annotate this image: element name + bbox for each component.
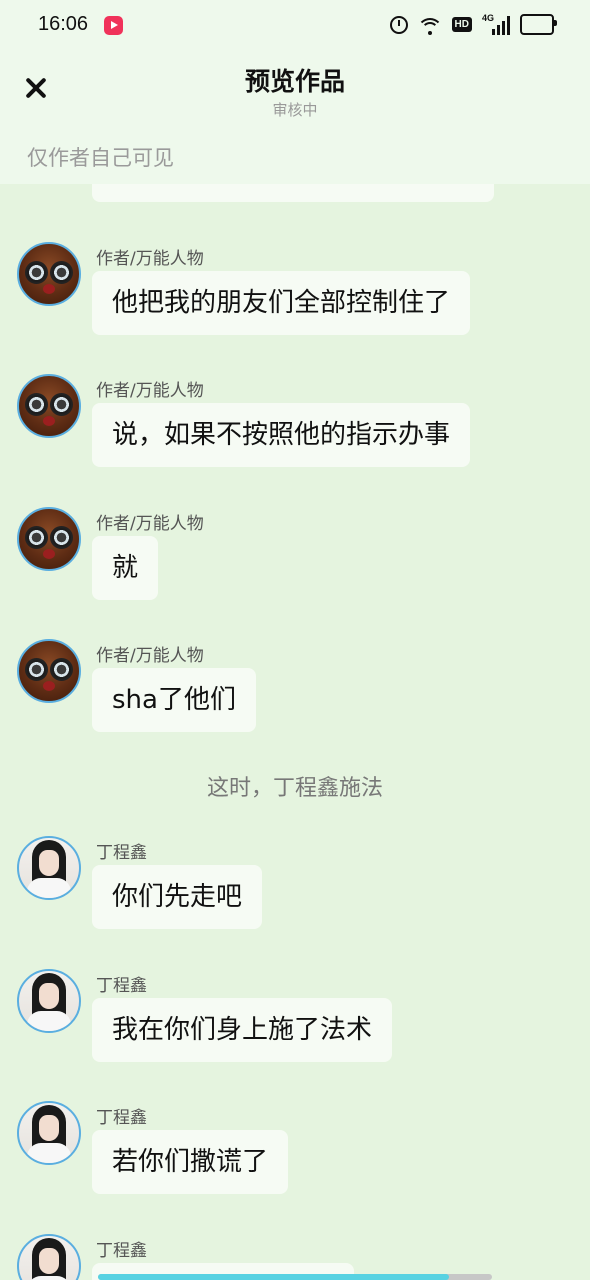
alarm-icon (389, 15, 408, 34)
ding-avatar[interactable] (17, 1101, 81, 1165)
sender-name: 丁程鑫 (96, 1241, 147, 1261)
header: 预览作品 审核中 仅作者自己可见 (0, 52, 590, 184)
battery-icon (520, 14, 557, 35)
video-app-icon (104, 16, 123, 35)
sender-name: 丁程鑫 (96, 843, 147, 863)
sender-name: 丁程鑫 (96, 976, 147, 996)
ding-avatar[interactable] (17, 836, 81, 900)
reading-progress-fill (98, 1274, 449, 1280)
ding-avatar[interactable] (17, 1234, 81, 1280)
message-bubble[interactable]: 他把我的朋友们全部控制住了 (92, 271, 471, 335)
author-avatar[interactable] (17, 242, 81, 306)
sender-name: 作者/万能人物 (96, 249, 204, 269)
message-bubble[interactable]: sha了他们 (92, 668, 256, 732)
sender-name: 作者/万能人物 (96, 381, 204, 401)
author-avatar[interactable] (17, 374, 81, 438)
wifi-icon (417, 15, 442, 35)
message-bubble[interactable]: 若你们撒谎了 (92, 1130, 289, 1194)
reading-progress-bar[interactable] (98, 1274, 492, 1280)
message-bubble-partial (92, 184, 494, 202)
narration-text: 这时，丁程鑫施法 (206, 776, 383, 801)
review-status: 审核中 (272, 101, 318, 119)
hd-icon: HD (451, 17, 472, 32)
message-bubble[interactable]: 你们先走吧 (92, 865, 263, 929)
message-bubble[interactable]: 说，如果不按照他的指示办事 (92, 403, 471, 467)
message-bubble[interactable]: 就 (92, 536, 159, 600)
page-title: 预览作品 (244, 67, 345, 96)
status-icons: HD 4G (389, 12, 557, 35)
status-time: 16:06 (38, 13, 89, 35)
author-avatar[interactable] (17, 507, 81, 571)
sender-name: 丁程鑫 (96, 1108, 147, 1128)
status-bar: 16:06 HD 4G (0, 0, 590, 52)
network-label: 4G (482, 12, 495, 23)
signal-icon: 4G (482, 12, 510, 35)
chat-list[interactable]: 作者/万能人物 他把我的朋友们全部控制住了 作者/万能人物 说，如果不按照他的指… (0, 184, 590, 1280)
ding-avatar[interactable] (17, 969, 81, 1033)
message-bubble[interactable]: 我在你们身上施了法术 (92, 998, 393, 1062)
author-avatar[interactable] (17, 639, 81, 703)
sender-name: 作者/万能人物 (96, 514, 204, 534)
visibility-note: 仅作者自己可见 (27, 146, 174, 170)
sender-name: 作者/万能人物 (96, 646, 204, 666)
